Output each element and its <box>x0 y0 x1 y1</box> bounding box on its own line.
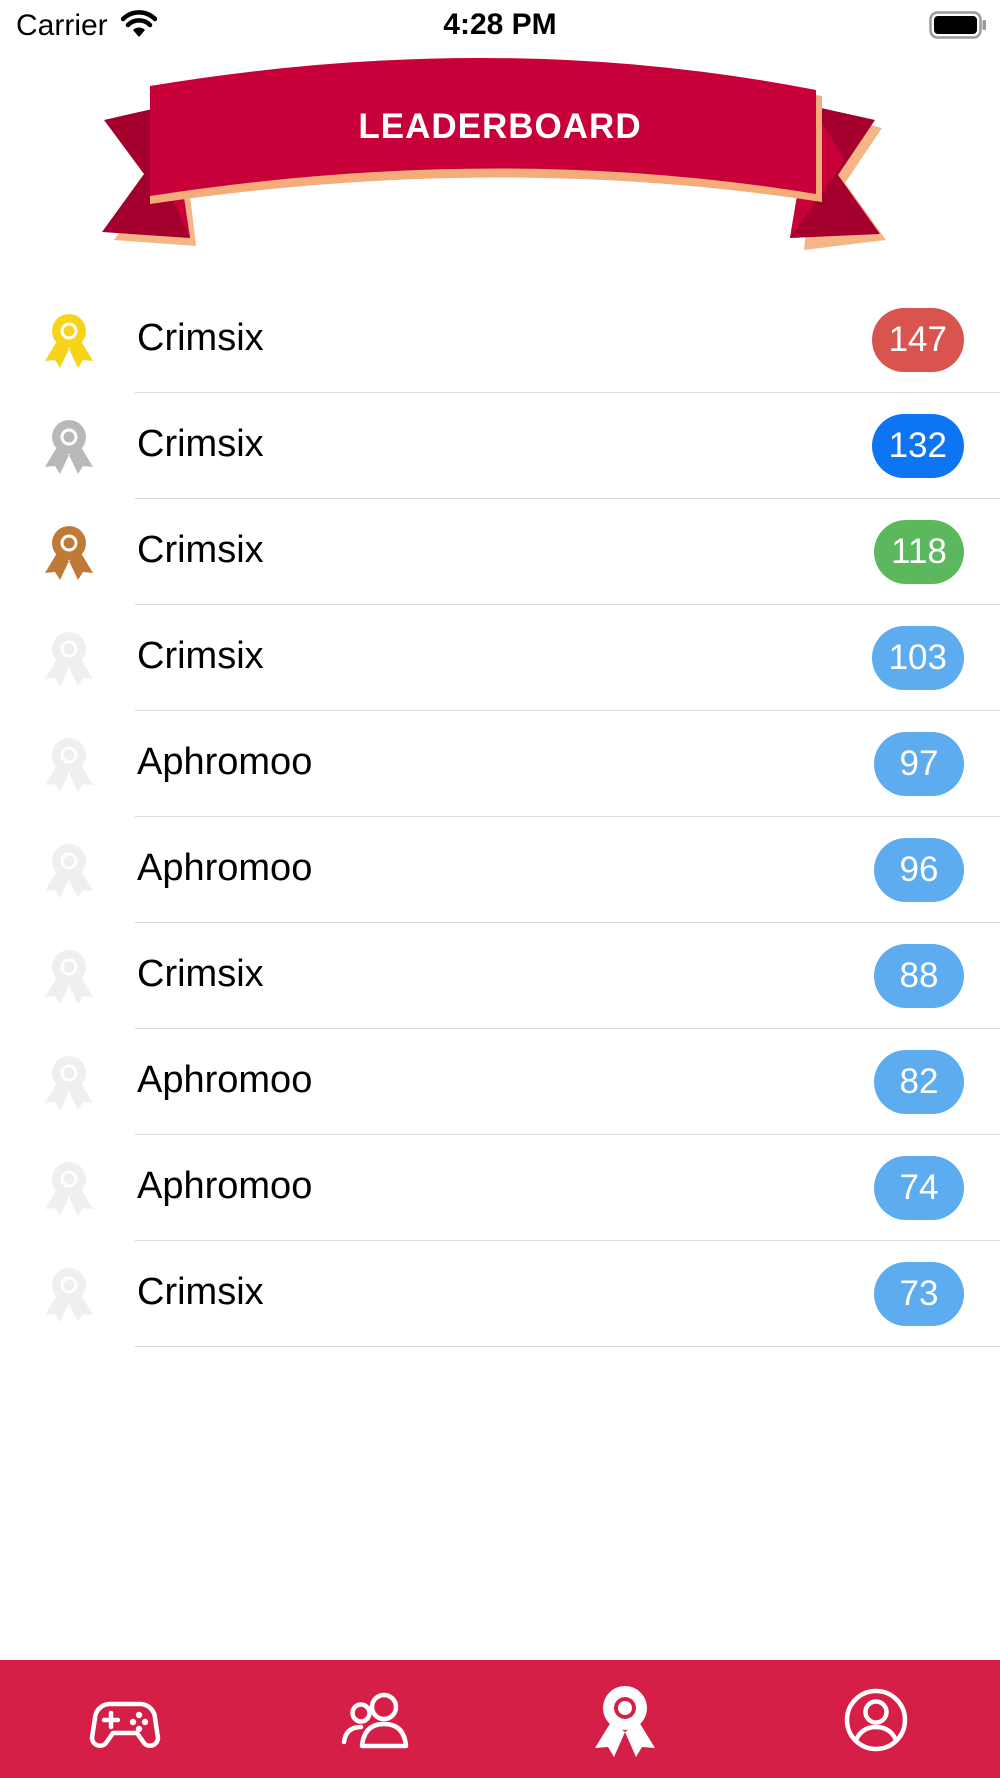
leaderboard-list: Crimsix 147 Crimsix 132 Crimsix 118 Crim… <box>0 287 1000 1347</box>
score-badge: 82 <box>874 1050 964 1114</box>
profile-icon[interactable] <box>838 1682 914 1758</box>
leaderboard-screen: Carrier 4:28 PM LEADERBOARD Crimsix 147 … <box>0 0 1000 1778</box>
player-name: Crimsix <box>137 1271 264 1313</box>
leaderboard-row[interactable]: Crimsix 103 <box>0 605 1000 711</box>
score-badge: 103 <box>871 626 964 690</box>
faded-medal-icon <box>45 844 93 898</box>
leaderboard-row[interactable]: Crimsix 73 <box>0 1241 1000 1347</box>
player-name: Aphromoo <box>137 847 313 889</box>
leaderboard-title: LEADERBOARD <box>358 107 642 146</box>
score-badge: 96 <box>874 838 964 902</box>
player-name: Crimsix <box>137 423 264 465</box>
status-time: 4:28 PM <box>443 8 557 41</box>
faded-medal-icon <box>45 1162 93 1216</box>
leaderboard-row[interactable]: Aphromoo 82 <box>0 1029 1000 1135</box>
score-badge: 118 <box>874 520 964 584</box>
player-name: Crimsix <box>137 635 264 677</box>
row-divider <box>135 1346 1000 1347</box>
silver-medal-icon <box>45 420 93 474</box>
leaderboard-banner <box>102 57 886 250</box>
medal-icon[interactable] <box>587 1682 663 1758</box>
player-name: Crimsix <box>137 953 264 995</box>
bronze-medal-icon <box>45 526 93 580</box>
score-badge: 73 <box>874 1262 964 1326</box>
score-badge: 97 <box>874 732 964 796</box>
faded-medal-icon <box>45 1268 93 1322</box>
gold-medal-icon <box>45 314 93 368</box>
leaderboard-row[interactable]: Aphromoo 96 <box>0 817 1000 923</box>
faded-medal-icon <box>45 632 93 686</box>
faded-medal-icon <box>45 950 93 1004</box>
tab-bar <box>0 1660 1000 1778</box>
player-name: Crimsix <box>137 317 264 359</box>
leaderboard-row[interactable]: Crimsix 118 <box>0 499 1000 605</box>
player-name: Aphromoo <box>137 1165 313 1207</box>
faded-medal-icon <box>45 738 93 792</box>
player-name: Crimsix <box>137 529 264 571</box>
score-badge: 147 <box>871 308 964 372</box>
leaderboard-row[interactable]: Crimsix 132 <box>0 393 1000 499</box>
leaderboard-row[interactable]: Aphromoo 74 <box>0 1135 1000 1241</box>
player-name: Aphromoo <box>137 1059 313 1101</box>
leaderboard-row[interactable]: Crimsix 147 <box>0 287 1000 393</box>
faded-medal-icon <box>45 1056 93 1110</box>
score-badge: 88 <box>874 944 964 1008</box>
status-bar: Carrier 4:28 PM <box>0 0 1000 50</box>
gamepad-icon[interactable] <box>87 1682 163 1758</box>
player-name: Aphromoo <box>137 741 313 783</box>
score-badge: 132 <box>871 414 964 478</box>
score-badge: 74 <box>874 1156 964 1220</box>
leaderboard-row[interactable]: Crimsix 88 <box>0 923 1000 1029</box>
leaderboard-row[interactable]: Aphromoo 97 <box>0 711 1000 817</box>
battery-icon <box>929 11 986 39</box>
friends-icon[interactable] <box>338 1682 414 1758</box>
